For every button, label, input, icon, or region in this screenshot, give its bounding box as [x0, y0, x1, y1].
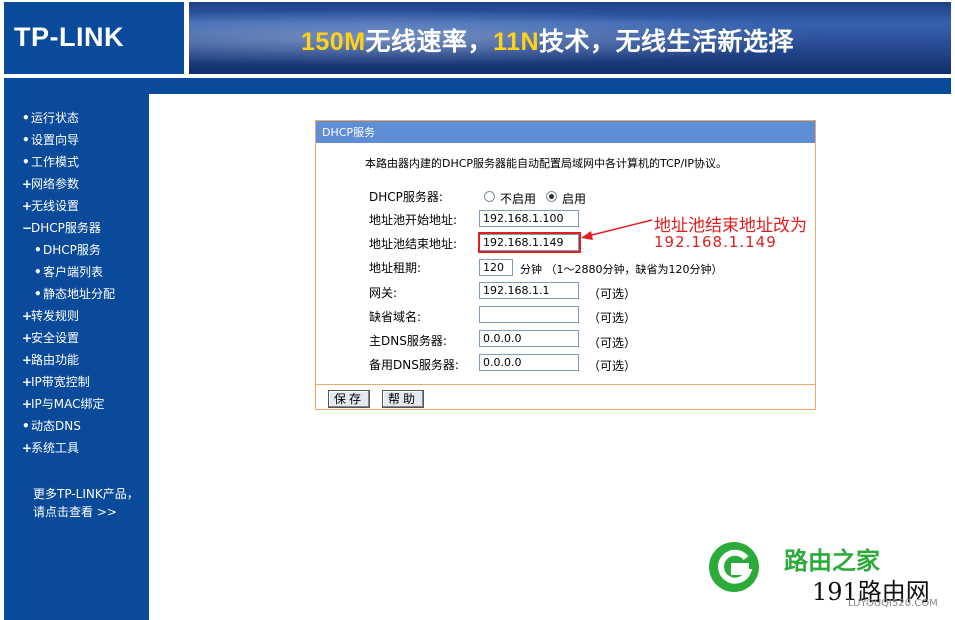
gateway-input[interactable]: 192.168.1.1 — [479, 282, 579, 299]
radio-disable-label: 不启用 — [500, 192, 537, 206]
domain-input[interactable] — [479, 306, 579, 323]
header-banner: 150M无线速率，11N技术，无线生活新选择 — [189, 2, 951, 74]
annotation-arrow-icon — [581, 219, 653, 240]
expand-icon: + — [22, 375, 33, 389]
sidebar-item-system-tools[interactable]: +系统工具 — [22, 441, 79, 455]
panel-divider — [316, 384, 815, 385]
radio-disable[interactable] — [484, 191, 495, 202]
expand-icon: + — [22, 397, 33, 411]
secondary-dns-optional: （可选） — [588, 359, 637, 373]
top-bar — [4, 78, 951, 94]
highlight-box — [478, 232, 581, 253]
end-address-label: 地址池结束地址: — [369, 237, 458, 251]
help-button[interactable]: 帮助 — [382, 390, 424, 408]
domain-optional: （可选） — [588, 311, 637, 325]
sidebar-item-ddns[interactable]: •动态DNS — [22, 419, 81, 433]
sidebar-item-work-mode[interactable]: •工作模式 — [22, 155, 79, 169]
sidebar-item-label: 工作模式 — [31, 155, 80, 169]
start-address-input[interactable]: 192.168.1.100 — [479, 210, 579, 227]
expand-icon: + — [22, 177, 33, 191]
expand-icon: + — [22, 309, 33, 323]
domain-label: 缺省域名: — [369, 310, 422, 324]
banner-slogan-part3: 11N — [493, 28, 540, 56]
bullet-icon: • — [22, 419, 30, 433]
sidebar-item-bandwidth[interactable]: +IP带宽控制 — [22, 375, 90, 389]
bullet-icon: • — [22, 133, 30, 147]
bullet-icon: • — [34, 287, 42, 301]
sidebar-item-label: 路由功能 — [31, 353, 80, 367]
sidebar-item-client-list[interactable]: •客户端列表 — [34, 265, 103, 279]
sidebar-item-routing[interactable]: +路由功能 — [22, 353, 79, 367]
right-edge — [951, 78, 955, 620]
panel-header — [316, 121, 815, 143]
sidebar-item-label: 设置向导 — [31, 133, 80, 147]
bullet-icon: • — [22, 111, 30, 125]
tp-link-logo: TP-LINK — [14, 22, 124, 52]
sidebar-item-label: 静态地址分配 — [43, 287, 116, 301]
sidebar-item-ip-mac-binding[interactable]: +IP与MAC绑定 — [22, 397, 105, 411]
sidebar-item-label: 安全设置 — [31, 331, 80, 345]
banner-slogan-part4: 技术，无线生活新选择 — [539, 28, 795, 56]
secondary-dns-label: 备用DNS服务器: — [369, 358, 459, 372]
lease-time-label: 地址租期: — [369, 261, 422, 275]
sidebar-item-static-address[interactable]: •静态地址分配 — [34, 287, 115, 301]
expand-icon: + — [22, 441, 33, 455]
annotation-ip: 192.168.1.149 — [654, 233, 777, 251]
gateway-label: 网关: — [369, 286, 398, 300]
watermark-url: LUYOUQI520.COM — [848, 598, 938, 609]
sidebar-item-label: 无线设置 — [31, 199, 80, 213]
banner-slogan-part2: 无线速率， — [365, 28, 494, 56]
primary-dns-label: 主DNS服务器: — [369, 334, 447, 348]
more-products-link-line2[interactable]: 请点击查看 >> — [33, 503, 117, 520]
sidebar-item-label: IP与MAC绑定 — [31, 397, 105, 411]
lease-time-unit: 分钟 （1～2880分钟，缺省为120分钟） — [520, 263, 723, 276]
sidebar-item-status[interactable]: •运行状态 — [22, 111, 79, 125]
watermark-logo-icon — [709, 542, 759, 592]
watermark-brand: 路由之家 — [784, 547, 880, 575]
sidebar-item-security[interactable]: +安全设置 — [22, 331, 79, 345]
banner-slogan: 150M无线速率，11N技术，无线生活新选择 — [301, 22, 794, 58]
gateway-optional: （可选） — [588, 287, 637, 301]
expand-icon: + — [22, 199, 33, 213]
sidebar-item-label: 网络参数 — [31, 177, 80, 191]
sidebar-item-label: DHCP服务器 — [31, 221, 101, 235]
start-address-label: 地址池开始地址: — [369, 213, 458, 227]
radio-enable[interactable] — [546, 191, 557, 202]
sidebar-item-label: 系统工具 — [31, 441, 80, 455]
sidebar-item-label: 客户端列表 — [43, 265, 104, 279]
lease-time-input[interactable]: 120 — [479, 259, 513, 276]
panel-title: DHCP服务 — [322, 126, 376, 139]
sidebar-item-label: IP带宽控制 — [31, 375, 90, 389]
banner-slogan-part1: 150M — [301, 28, 366, 56]
sidebar-item-dhcp-server[interactable]: −DHCP服务器 — [22, 221, 101, 235]
bullet-icon: • — [34, 265, 42, 279]
sidebar-item-label: 运行状态 — [31, 111, 80, 125]
primary-dns-input[interactable]: 0.0.0.0 — [479, 330, 579, 347]
sidebar-item-label: 转发规则 — [31, 309, 80, 323]
dhcp-server-label: DHCP服务器: — [369, 190, 443, 204]
bullet-icon: • — [34, 243, 42, 257]
sidebar-item-dhcp-service[interactable]: •DHCP服务 — [34, 243, 101, 257]
expand-icon: + — [22, 331, 33, 345]
sidebar-item-network[interactable]: +网络参数 — [22, 177, 79, 191]
radio-enable-label: 启用 — [562, 192, 587, 206]
panel-description: 本路由器内建的DHCP服务器能自动配置局域网中各计算机的TCP/IP协议。 — [365, 157, 728, 170]
sidebar-item-forwarding[interactable]: +转发规则 — [22, 309, 79, 323]
sidebar-item-setup-wizard[interactable]: •设置向导 — [22, 133, 79, 147]
expand-icon: + — [22, 353, 33, 367]
collapse-icon: − — [22, 221, 33, 235]
more-products-link[interactable]: 更多TP-LINK产品， — [33, 485, 139, 502]
bullet-icon: • — [22, 155, 30, 169]
sidebar-item-label: 动态DNS — [31, 419, 81, 433]
save-button[interactable]: 保存 — [328, 390, 370, 408]
sidebar-item-label: DHCP服务 — [43, 243, 101, 257]
secondary-dns-input[interactable]: 0.0.0.0 — [479, 354, 579, 371]
primary-dns-optional: （可选） — [588, 336, 637, 350]
sidebar-item-wireless[interactable]: +无线设置 — [22, 199, 79, 213]
